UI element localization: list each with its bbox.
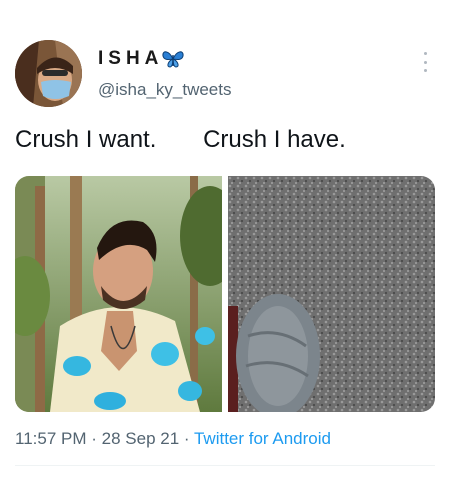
tweet-date[interactable]: 28 Sep 21: [102, 429, 180, 448]
tweet-media[interactable]: [15, 176, 435, 412]
butterfly-icon: [162, 51, 184, 68]
display-name: ISHA: [98, 48, 164, 69]
avatar-image: [15, 40, 82, 107]
meta-separator: ·: [91, 429, 102, 448]
man-portrait-image: [15, 176, 222, 412]
author-name-row[interactable]: ISHA: [98, 48, 185, 70]
media-photo-right[interactable]: [228, 176, 435, 412]
meta-separator: ·: [183, 429, 194, 448]
tweet-time[interactable]: 11:57 PM: [15, 429, 87, 448]
divider: [15, 465, 435, 466]
tweet-meta: 11:57 PM · 28 Sep 21 · Twitter for Andro…: [15, 429, 331, 449]
avatar[interactable]: [15, 40, 82, 107]
more-options-icon[interactable]: [418, 52, 432, 72]
road-tire-image: [228, 176, 435, 412]
tweet-text: Crush I want. Crush I have.: [15, 126, 346, 153]
tweet-source-link[interactable]: Twitter for Android: [194, 429, 331, 448]
author-handle[interactable]: @isha_ky_tweets: [98, 80, 232, 100]
media-photo-left[interactable]: [15, 176, 222, 412]
